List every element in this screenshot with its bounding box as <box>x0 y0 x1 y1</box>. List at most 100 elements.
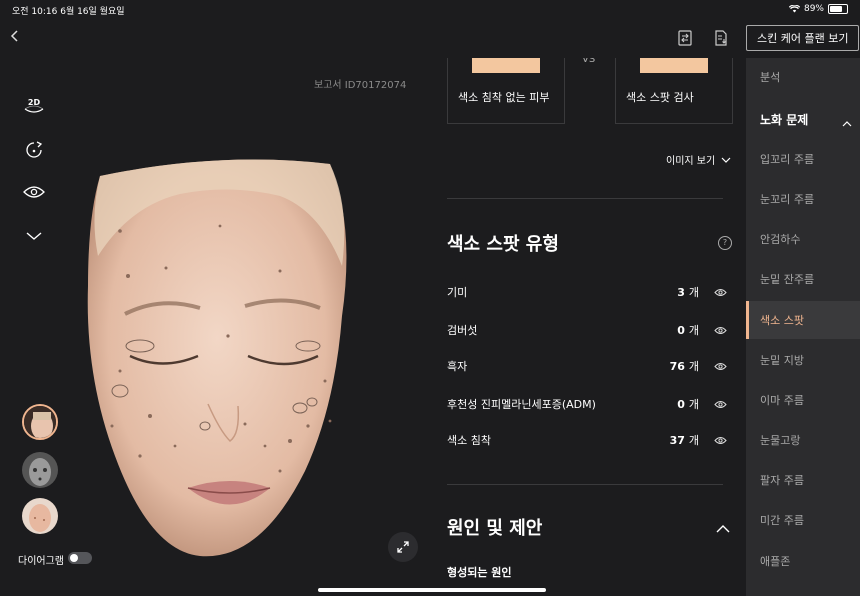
status-time: 오전 10:16 6월 16일 월요일 <box>12 7 125 17</box>
skin-care-plan-button[interactable]: 스킨 케어 플랜 보기 <box>746 25 860 51</box>
spot-count-unit: 개 <box>688 324 699 337</box>
divider <box>447 484 723 485</box>
compare-card-normal[interactable]: 색소 침착 없는 피부 <box>447 58 565 124</box>
sidebar-item-analysis[interactable]: 분석 <box>746 58 860 96</box>
spot-count: 0 <box>677 397 685 411</box>
cause-title: 원인 및 제안 <box>447 518 543 539</box>
sidebar-item[interactable]: 안검하수 <box>746 220 860 258</box>
back-button[interactable] <box>10 28 20 47</box>
head-rotate-icon <box>26 141 43 158</box>
spot-type-row: 색소 침착 37 개 <box>447 430 727 450</box>
thumbnail-pigment-face[interactable] <box>22 498 58 534</box>
chevron-left-icon <box>10 30 18 42</box>
spot-count: 0 <box>677 323 685 337</box>
thumbnail-natural-face[interactable] <box>22 404 58 440</box>
status-bar: 오전 10:16 6월 16일 월요일 89% <box>0 0 860 20</box>
eye-icon <box>713 326 727 334</box>
skin-sample-image <box>640 58 708 73</box>
eye-icon <box>713 288 727 296</box>
spot-type-name: 기미 <box>447 286 468 299</box>
battery-percent: 89% <box>803 4 824 14</box>
chevron-down-icon <box>26 232 42 240</box>
collapse-button[interactable] <box>716 518 730 537</box>
nav-bar: 스킨 케어 플랜 보기 <box>0 20 860 58</box>
download-report-button[interactable] <box>712 29 730 51</box>
compare-card-label: 색소 스팟 검사 <box>626 91 694 104</box>
status-indicators: 89% <box>788 4 848 14</box>
sidebar-item[interactable]: 눈밑 지방 <box>746 341 860 379</box>
eye-icon <box>713 362 727 370</box>
spot-count-unit: 개 <box>688 286 699 299</box>
toggle-visibility-button[interactable] <box>713 323 727 337</box>
battery-icon <box>828 4 848 14</box>
more-tools-button[interactable] <box>22 224 46 248</box>
vs-label: VS <box>582 58 596 65</box>
compare-report-button[interactable] <box>676 29 694 51</box>
eye-icon <box>713 436 727 444</box>
expand-button[interactable] <box>388 532 418 562</box>
spot-count: 37 <box>669 433 685 447</box>
skin-sample-image <box>472 58 540 73</box>
compare-card-label: 색소 침착 없는 피부 <box>458 91 550 104</box>
section-title: 색소 스팟 유형 <box>447 234 559 255</box>
view-2d-toggle[interactable]: 2D <box>22 94 46 118</box>
spot-count-unit: 개 <box>688 398 699 411</box>
spot-count-unit: 개 <box>688 360 699 373</box>
reset-view-button[interactable] <box>22 138 46 162</box>
diagram-label: 다이어그램 <box>18 556 64 567</box>
cause-subtitle: 형성되는 원인 <box>447 566 512 579</box>
sidebar-item[interactable]: 눈물고랑 <box>746 421 860 459</box>
compare-card-spot[interactable]: 색소 스팟 검사 <box>615 58 733 124</box>
toggle-visibility-button[interactable] <box>713 359 727 373</box>
image-view-label: 이미지 보기 <box>666 156 716 167</box>
sidebar-item[interactable]: 눈밑 잔주름 <box>746 260 860 298</box>
divider <box>447 198 723 199</box>
category-sidebar: 분석 노화 문제 입꼬리 주름 눈꼬리 주름 안검하수 눈밑 잔주름 색소 스팟 눈밑 지방 이… <box>746 58 860 596</box>
spot-count-unit: 개 <box>688 434 699 447</box>
spot-count: 76 <box>669 359 685 373</box>
spot-type-name: 검버섯 <box>447 324 478 337</box>
expand-icon <box>397 541 409 553</box>
sidebar-item[interactable]: 눈꼬리 주름 <box>746 180 860 218</box>
toggle-knob <box>70 554 78 562</box>
report-id: 보고서 ID70172074 <box>314 80 407 91</box>
document-download-icon <box>715 30 727 46</box>
analysis-content: 색소 침착 없는 피부 VS 색소 스팟 검사 이미지 보기 색소 스팟 유형 … <box>430 58 746 596</box>
eye-icon <box>23 186 45 198</box>
sidebar-item[interactable]: 미간 주름 <box>746 501 860 539</box>
wifi-icon <box>788 5 800 13</box>
spot-count: 3 <box>677 285 685 299</box>
spot-type-row: 검버섯 0 개 <box>447 320 727 340</box>
face-thumbnail-icon <box>22 498 58 534</box>
sidebar-item[interactable]: 애플존 <box>746 542 860 580</box>
spot-type-row: 흑자 76 개 <box>447 356 727 376</box>
visibility-toggle[interactable] <box>22 180 46 204</box>
home-indicator <box>318 588 546 592</box>
chevron-down-icon <box>721 157 731 163</box>
toggle-visibility-button[interactable] <box>713 397 727 411</box>
spot-type-name: 색소 침착 <box>447 434 491 447</box>
report-compare-icon <box>678 30 692 46</box>
spot-type-row: 후천성 진피멜라닌세포증(ADM) 0 개 <box>447 394 727 414</box>
sidebar-item[interactable]: 입꼬리 주름 <box>746 140 860 178</box>
spot-type-row: 기미 3 개 <box>447 282 727 302</box>
rotate-2d-icon: 2D <box>24 98 44 113</box>
face-3d-model[interactable] <box>80 156 360 566</box>
spot-type-name: 흑자 <box>447 360 468 373</box>
face-viewer-panel: 보고서 ID70172074 2D 다이어그램 <box>0 58 430 596</box>
toggle-visibility-button[interactable] <box>713 285 727 299</box>
help-icon[interactable]: ? <box>718 236 732 250</box>
chevron-up-icon <box>842 121 852 127</box>
chevron-up-icon <box>716 525 730 533</box>
sidebar-item[interactable]: 팔자 주름 <box>746 461 860 499</box>
section-collapse-button[interactable] <box>842 112 852 131</box>
eye-icon <box>713 400 727 408</box>
image-view-dropdown[interactable]: 이미지 보기 <box>666 152 731 167</box>
face-thumbnail-icon <box>22 452 58 488</box>
face-thumbnail-icon <box>24 406 56 438</box>
sidebar-item[interactable]: 이마 주름 <box>746 381 860 419</box>
toggle-visibility-button[interactable] <box>713 433 727 447</box>
sidebar-item[interactable]: 색소 스팟 <box>746 301 860 339</box>
thumbnail-mono-face[interactable] <box>22 452 58 488</box>
diagram-toggle[interactable] <box>68 552 92 564</box>
